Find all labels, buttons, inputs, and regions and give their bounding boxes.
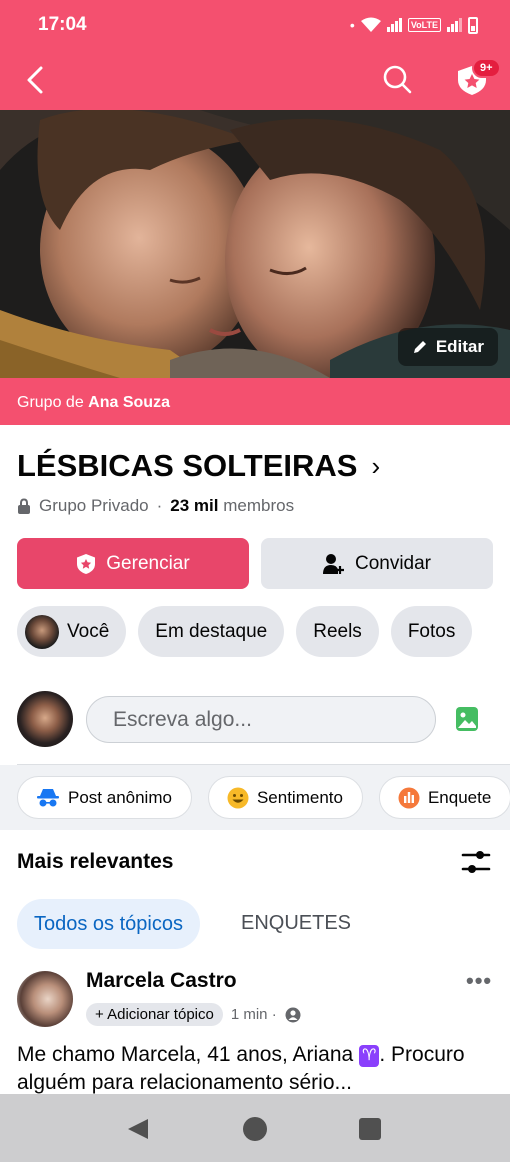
group-tabs: Você Em destaque Reels Fotos <box>17 606 473 657</box>
notification-badge: 9+ <box>472 58 501 78</box>
invite-button[interactable]: Convidar <box>261 538 493 589</box>
chip-featured[interactable]: Em destaque <box>138 606 285 657</box>
tab-all-topics[interactable]: Todos os tópicos <box>17 899 200 949</box>
edit-cover-button[interactable]: Editar <box>397 328 498 366</box>
poll-icon <box>398 787 420 808</box>
chip-you[interactable]: Você <box>17 606 127 657</box>
signal-icon-2 <box>447 18 462 32</box>
group-owner-band: Grupo de Ana Souza <box>0 378 510 425</box>
chip-featured-label: Em destaque <box>155 620 268 642</box>
invite-label: Convidar <box>354 552 432 574</box>
wifi-icon <box>360 17 381 32</box>
poll-label: Enquete <box>427 787 492 807</box>
add-topic-label: Adicionar tópico <box>107 1006 214 1023</box>
chip-you-label: Você <box>67 620 110 642</box>
photo-icon[interactable] <box>455 705 479 733</box>
volte-badge: VoLTE <box>407 18 441 32</box>
post-meta: + Adicionar tópico 1 min · <box>86 1003 301 1026</box>
composer-avatar[interactable] <box>17 691 73 747</box>
status-icons: • VoLTE <box>349 16 478 34</box>
anonymous-post-label: Post anônimo <box>68 787 172 807</box>
more-options-icon[interactable]: ••• <box>466 968 492 994</box>
system-nav-bar <box>0 1094 510 1162</box>
group-title-text: LÉSBICAS SOLTEIRAS <box>17 448 358 483</box>
chevron-right-icon: › <box>371 450 381 481</box>
smiley-icon <box>227 787 249 808</box>
tab-all-topics-label: Todos os tópicos <box>34 912 183 935</box>
status-bar: 17:04 • VoLTE <box>0 0 510 50</box>
avatar <box>25 614 59 649</box>
group-meta: Grupo Privado · 23 mil membros <box>17 496 294 516</box>
chip-photos[interactable]: Fotos <box>390 606 473 657</box>
nav-recents-icon[interactable] <box>359 1118 381 1140</box>
app-bar <box>0 50 510 110</box>
pencil-icon <box>413 341 426 353</box>
poll-button[interactable]: Enquete <box>378 776 510 819</box>
post-options: Post anônimo Sentimento Enquete <box>17 776 510 819</box>
nav-home-icon[interactable] <box>243 1117 267 1141</box>
status-time: 17:04 <box>38 14 87 35</box>
dot-icon: • <box>349 17 355 33</box>
back-arrow-icon[interactable] <box>20 64 52 96</box>
tab-polls-label: ENQUETES <box>241 912 352 934</box>
meta-separator: · <box>156 496 163 515</box>
signal-icon <box>386 18 402 32</box>
composer-input[interactable]: Escreva algo... <box>86 696 436 743</box>
nav-back-icon[interactable] <box>126 1117 150 1141</box>
aries-emoji-icon: ♈ <box>359 1045 380 1067</box>
feeling-label: Sentimento <box>256 787 343 807</box>
manage-label: Gerenciar <box>106 552 190 574</box>
group-owner-name[interactable]: Ana Souza <box>88 394 170 411</box>
chip-photos-label: Fotos <box>407 620 456 642</box>
group-privacy: Grupo Privado <box>39 496 149 515</box>
group-title[interactable]: LÉSBICAS SOLTEIRAS › <box>17 448 380 484</box>
post-text-main: Me chamo Marcela, 41 anos, Ariana <box>17 1043 354 1066</box>
shield-star-icon <box>77 553 96 574</box>
add-topic-button[interactable]: + Adicionar tópico <box>86 1003 223 1026</box>
battery-icon <box>468 16 478 34</box>
feeling-button[interactable]: Sentimento <box>207 776 363 819</box>
chip-reels[interactable]: Reels <box>296 606 379 657</box>
composer-placeholder: Escreva algo... <box>113 707 252 731</box>
sort-title: Mais relevantes <box>17 850 174 873</box>
post-text[interactable]: Me chamo Marcela, 41 anos, Ariana ♈. Pro… <box>17 1041 497 1097</box>
chip-reels-label: Reels <box>313 620 362 642</box>
members-count: 23 mil <box>170 496 219 515</box>
tab-polls[interactable]: ENQUETES <box>241 912 351 935</box>
lock-icon <box>18 498 30 514</box>
post-author-avatar[interactable] <box>17 971 73 1027</box>
add-person-icon <box>322 553 344 574</box>
manage-button[interactable]: Gerenciar <box>17 538 249 589</box>
cover-photo[interactable]: Editar <box>0 110 510 378</box>
post-author[interactable]: Marcela Castro <box>86 969 237 993</box>
anonymous-post-button[interactable]: Post anônimo <box>17 776 192 819</box>
group-members: 23 mil membros <box>170 496 294 516</box>
group-owner-prefix: Grupo de <box>17 394 84 411</box>
filter-icon[interactable] <box>461 848 491 876</box>
incognito-icon <box>37 788 59 806</box>
members-label: membros <box>223 496 295 515</box>
post-time: 1 min · <box>230 1006 277 1023</box>
group-members-icon <box>285 1007 301 1022</box>
search-icon[interactable] <box>382 64 412 94</box>
edit-cover-label: Editar <box>435 337 484 356</box>
